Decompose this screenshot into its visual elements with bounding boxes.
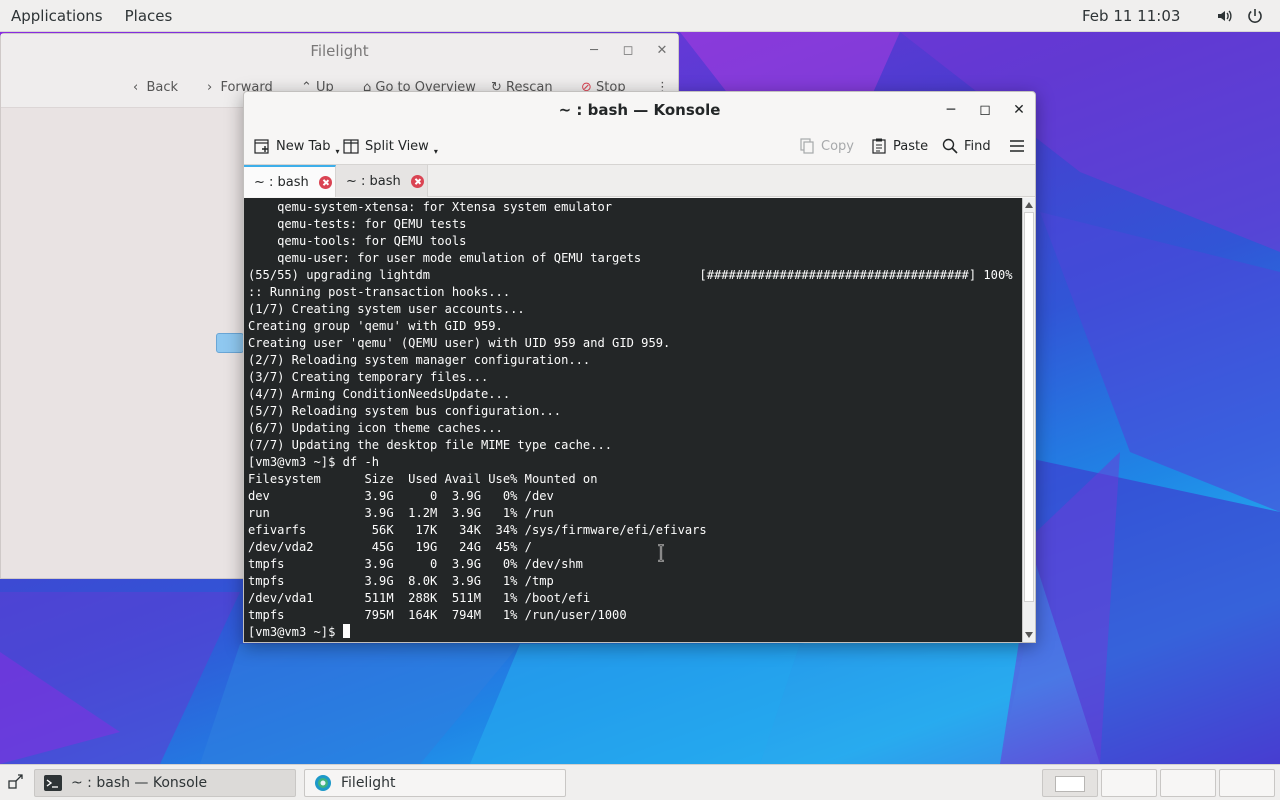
close-icon[interactable]: ✕	[647, 34, 677, 68]
maximize-icon[interactable]: ◻	[970, 92, 1000, 128]
split-view-label: Split View	[365, 138, 429, 154]
hamburger-menu-icon[interactable]	[1008, 128, 1026, 164]
filelight-icon	[315, 775, 331, 791]
tab-bash-2[interactable]: ~ : bash	[336, 165, 428, 197]
terminal-line: /dev/vda2 45G 19G 24G 45% /	[248, 540, 532, 554]
terminal-line: (55/55) upgrading lightdm [#############…	[248, 268, 1013, 282]
terminal-line: [vm3@vm3 ~]$ df -h	[248, 455, 380, 469]
terminal-line: (3/7) Creating temporary files...	[248, 370, 489, 384]
terminal-line: qemu-tests: for QEMU tests	[248, 217, 467, 231]
new-tab-button[interactable]: New Tab ▾	[253, 128, 340, 164]
places-menu[interactable]: Places	[114, 0, 184, 32]
workspace-3[interactable]	[1160, 769, 1216, 797]
clock[interactable]: Feb 11 11:03	[1082, 0, 1180, 32]
paste-button[interactable]: Paste	[870, 128, 928, 164]
power-icon[interactable]	[1246, 7, 1264, 25]
close-tab-icon[interactable]	[318, 175, 332, 189]
copy-label: Copy	[821, 138, 854, 154]
terminal-line: (5/7) Reloading system bus configuration…	[248, 404, 562, 418]
back-label: Back	[146, 80, 179, 95]
taskbar-label: Filelight	[341, 775, 396, 791]
filelight-content	[1, 108, 243, 578]
taskbar-konsole[interactable]: ~ : bash — Konsole	[34, 769, 296, 797]
konsole-toolbar: New Tab ▾ Split View ▾ Copy Paste Find	[244, 128, 1035, 164]
dropdown-arrow-icon[interactable]: ▾	[434, 147, 438, 156]
show-desktop-icon[interactable]	[8, 774, 24, 794]
terminal-scrollbar[interactable]	[1022, 198, 1035, 642]
new-tab-label: New Tab	[276, 138, 331, 154]
taskbar: ~ : bash — Konsole Filelight	[0, 764, 1280, 800]
terminal-line: tmpfs 3.9G 0 3.9G 0% /dev/shm	[248, 557, 583, 571]
terminal-line: qemu-tools: for QEMU tools	[248, 234, 467, 248]
terminal-line: efivarfs 56K 17K 34K 34% /sys/firmware/e…	[248, 523, 707, 537]
terminal-prompt: [vm3@vm3 ~]$	[248, 625, 343, 639]
find-button[interactable]: Find	[941, 128, 991, 164]
scroll-down-icon[interactable]	[1025, 632, 1033, 638]
maximize-icon[interactable]: ◻	[613, 34, 643, 68]
terminal-line: /dev/vda1 511M 288K 511M 1% /boot/efi	[248, 591, 591, 605]
close-tab-icon[interactable]	[410, 174, 424, 188]
workspace-1[interactable]	[1042, 769, 1098, 797]
taskbar-label: ~ : bash — Konsole	[71, 775, 208, 791]
dropdown-arrow-icon[interactable]: ▾	[336, 147, 340, 156]
terminal-line: Filesystem Size Used Avail Use% Mounted …	[248, 472, 598, 486]
mouse-ibeam-icon	[658, 544, 664, 562]
filelight-title: Filelight	[310, 42, 369, 60]
workspace-4[interactable]	[1219, 769, 1275, 797]
applications-menu[interactable]: Applications	[0, 0, 114, 32]
terminal-line: (2/7) Reloading system manager configura…	[248, 353, 591, 367]
terminal-line: dev 3.9G 0 3.9G 0% /dev	[248, 489, 554, 503]
text-cursor	[342, 624, 350, 638]
copy-button[interactable]: Copy	[798, 128, 854, 164]
paste-label: Paste	[893, 138, 929, 154]
konsole-window: ~ : bash — Konsole ─ ◻ ✕ New Tab ▾ Split…	[243, 91, 1036, 643]
konsole-title: ~ : bash — Konsole	[558, 101, 721, 119]
filelight-segment[interactable]	[216, 333, 244, 353]
terminal-line: tmpfs 795M 164K 794M 1% /run/user/1000	[248, 608, 627, 622]
minimize-icon[interactable]: ─	[936, 92, 966, 128]
new-tab-icon	[254, 139, 269, 154]
konsole-tabbar: ~ : bash ~ : bash	[244, 164, 1035, 197]
konsole-titlebar[interactable]: ~ : bash — Konsole ─ ◻ ✕	[244, 92, 1035, 128]
tab-bash-1[interactable]: ~ : bash	[244, 165, 336, 197]
terminal-line: qemu-system-xtensa: for Xtensa system em…	[248, 200, 613, 214]
terminal-line: Creating group 'qemu' with GID 959.	[248, 319, 503, 333]
scroll-up-icon[interactable]	[1025, 202, 1033, 208]
find-label: Find	[964, 138, 991, 154]
terminal-line: :: Running post-transaction hooks...	[248, 285, 511, 299]
terminal-line: Creating user 'qemu' (QEMU user) with UI…	[248, 336, 671, 350]
close-icon[interactable]: ✕	[1004, 92, 1034, 128]
terminal-output[interactable]: qemu-system-xtensa: for Xtensa system em…	[244, 198, 1022, 642]
terminal-line: qemu-user: for user mode emulation of QE…	[248, 251, 642, 265]
terminal-line: (1/7) Creating system user accounts...	[248, 302, 525, 316]
top-panel: Applications Places Feb 11 11:03	[0, 0, 1280, 32]
terminal-line: tmpfs 3.9G 8.0K 3.9G 1% /tmp	[248, 574, 554, 588]
search-icon	[942, 138, 958, 154]
tab-label: ~ : bash	[346, 173, 401, 189]
paste-icon	[872, 138, 886, 154]
terminal-line: (6/7) Updating icon theme caches...	[248, 421, 503, 435]
scrollbar-thumb[interactable]	[1024, 212, 1034, 602]
minimize-icon[interactable]: ─	[579, 34, 609, 68]
back-button[interactable]: ‹ Back	[133, 80, 178, 95]
split-view-button[interactable]: Split View ▾	[342, 128, 438, 164]
tab-label: ~ : bash	[254, 174, 309, 190]
workspace-2[interactable]	[1101, 769, 1157, 797]
terminal-lines: qemu-system-xtensa: for Xtensa system em…	[248, 199, 1022, 624]
taskbar-filelight[interactable]: Filelight	[304, 769, 566, 797]
terminal-line: (7/7) Updating the desktop file MIME typ…	[248, 438, 613, 452]
terminal-line: (4/7) Arming ConditionNeedsUpdate...	[248, 387, 511, 401]
filelight-titlebar[interactable]: Filelight ─ ◻ ✕	[1, 34, 678, 68]
copy-icon	[800, 138, 814, 154]
workspace-window-thumb	[1055, 776, 1085, 792]
split-view-icon	[343, 139, 359, 154]
terminal-icon	[44, 775, 62, 791]
terminal-line: run 3.9G 1.2M 3.9G 1% /run	[248, 506, 554, 520]
volume-icon[interactable]	[1216, 7, 1234, 25]
terminal-prompt-line: [vm3@vm3 ~]$	[248, 624, 1022, 641]
